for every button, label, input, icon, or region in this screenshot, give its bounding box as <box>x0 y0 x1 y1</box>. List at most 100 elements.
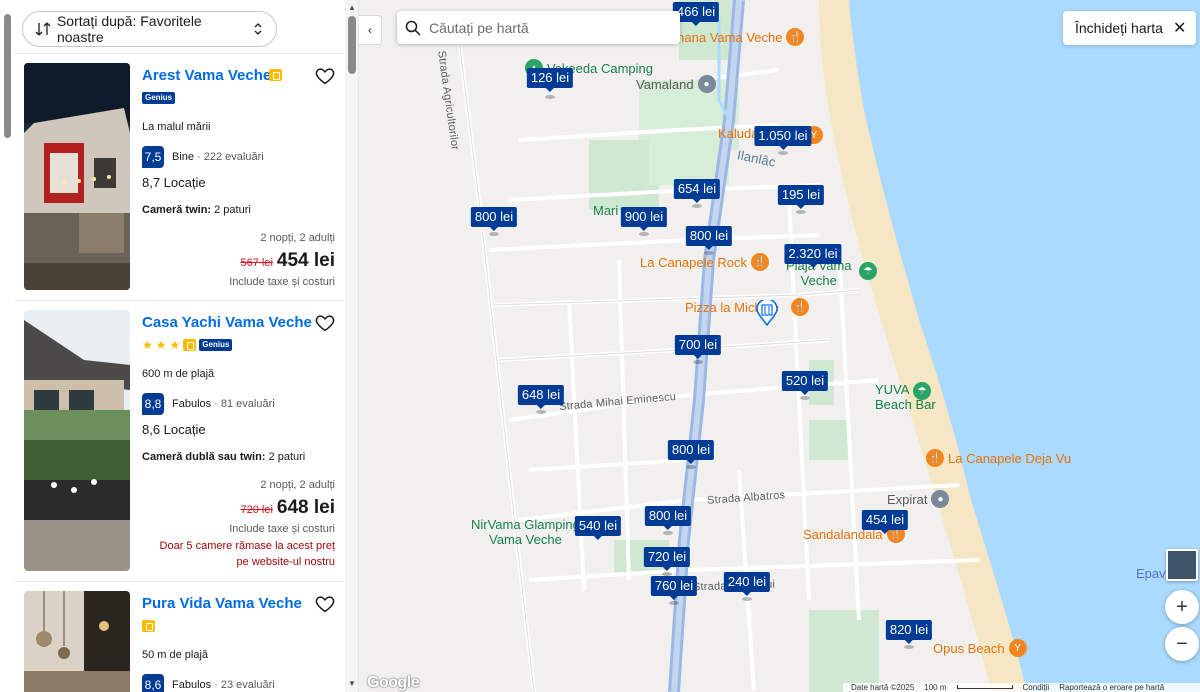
zoom-in-button[interactable]: + <box>1165 590 1199 624</box>
taxes-note: Include taxe și costuri <box>229 523 335 535</box>
review-count: · 81 evaluări <box>214 398 275 410</box>
property-photo[interactable] <box>24 310 130 571</box>
stay-info: 2 nopți, 2 adulți <box>260 479 335 491</box>
sort-button[interactable]: Sortați după: Favoritele noastre <box>22 11 277 47</box>
price-marker[interactable]: 800 lei <box>470 207 518 231</box>
poi-restaurant[interactable]: Kaluda <box>718 126 758 141</box>
review-count: · 222 evaluări <box>197 151 264 163</box>
review-score-row: 7,5 Bine · 222 evaluări <box>142 146 264 168</box>
marker-shadow <box>686 465 696 469</box>
satellite-layer-toggle[interactable] <box>1166 549 1198 581</box>
poi-label: Epav <box>1136 566 1166 581</box>
price-marker[interactable]: 800 lei <box>685 226 733 250</box>
price-marker[interactable]: 195 lei <box>777 185 825 209</box>
heart-icon[interactable] <box>314 312 336 334</box>
preferred-icon <box>269 69 282 81</box>
list-scrollbar-thumb[interactable] <box>348 16 356 74</box>
price-marker[interactable]: 760 lei <box>650 576 698 600</box>
terms-link[interactable]: Condiții <box>1023 683 1050 692</box>
price-marker[interactable]: 540 lei <box>574 516 622 540</box>
scarcity-line: Doar 5 camere rămase la acest preț <box>159 540 335 552</box>
cocktail-icon: Y <box>1008 639 1027 657</box>
poi-label: YUVA <box>875 382 910 397</box>
poi-restaurant[interactable]: La Canapele Rock 🍴 <box>640 253 769 271</box>
map-search-input[interactable] <box>429 19 659 36</box>
property-card[interactable]: Arest Vama Veche Genius La malul mării 7… <box>14 63 344 293</box>
report-error-link[interactable]: Raportează o eroare pe hartă <box>1059 683 1164 692</box>
price-marker[interactable]: 800 lei <box>667 440 715 464</box>
fork-knife-icon: 🍴 <box>786 28 805 46</box>
review-count: · 23 evaluări <box>214 679 275 691</box>
price-marker[interactable]: 520 lei <box>781 371 829 395</box>
marker-shadow <box>904 645 914 649</box>
poi-restaurant[interactable]: 🍴 La Canapele Deja Vu <box>926 449 1071 467</box>
price-marker[interactable]: 240 lei <box>723 572 771 596</box>
property-photo[interactable] <box>24 591 130 692</box>
poi-place[interactable]: Mari <box>593 203 618 218</box>
heart-icon[interactable] <box>314 65 336 87</box>
close-icon: ✕ <box>1172 20 1187 37</box>
price-marker[interactable]: 820 lei <box>885 620 933 644</box>
property-title[interactable]: Pura Vida Vama Veche <box>142 595 302 612</box>
old-price: 567 lei <box>240 257 273 269</box>
scale-label[interactable]: 100 m <box>924 683 946 692</box>
close-map-button[interactable]: Închideți harta ✕ <box>1063 11 1196 45</box>
heart-icon[interactable] <box>314 593 336 615</box>
price-marker[interactable]: 900 lei <box>620 207 668 231</box>
review-word: Fabulos <box>172 679 212 691</box>
outer-scrollbar-thumb[interactable] <box>4 14 11 138</box>
property-location: 50 m de plajă <box>142 649 209 661</box>
photo-arest-image <box>24 63 130 290</box>
preferred-icon <box>142 620 155 632</box>
property-card[interactable]: Casa Yachi Vama Veche ★ ★ ★ Genius 600 m… <box>14 310 344 572</box>
map-search-box[interactable] <box>397 11 680 44</box>
map-data-credit[interactable]: Date hartă ©2025 <box>851 683 914 692</box>
outer-scrollbar[interactable] <box>2 0 13 692</box>
poi-label: Kaluda <box>718 126 759 141</box>
price-marker[interactable]: 2.320 lei <box>784 244 842 268</box>
price-marker[interactable]: 1.050 lei <box>754 126 812 150</box>
poi-beach[interactable]: ☂ <box>859 262 877 280</box>
property-card[interactable]: Pura Vida Vama Veche 50 m de plajă 8,6 F… <box>14 591 344 692</box>
price-marker[interactable]: 720 lei <box>643 547 691 571</box>
price-marker[interactable]: 648 lei <box>517 385 565 409</box>
poi-restaurant[interactable]: 🍴 <box>791 298 809 316</box>
property-photo[interactable] <box>24 63 130 290</box>
google-logo: Google <box>367 674 420 691</box>
scroll-down-icon[interactable]: ▼ <box>348 680 356 688</box>
poi-place[interactable]: Vamaland ● <box>636 75 716 93</box>
divider <box>14 581 344 582</box>
property-location: 600 m de plajă <box>142 368 215 380</box>
sort-arrows-icon <box>35 22 51 36</box>
price-marker[interactable]: 700 lei <box>674 335 722 359</box>
preferred-icon <box>183 339 197 351</box>
poi-bar[interactable]: Opus Beach Y <box>933 639 1027 657</box>
divider <box>14 53 344 54</box>
marker-shadow <box>545 95 555 99</box>
property-title[interactable]: Casa Yachi Vama Veche <box>142 314 312 331</box>
poi-glamping[interactable]: NirVama Glamping Vama Veche <box>471 517 580 547</box>
marker-shadow <box>536 410 546 414</box>
map-view[interactable]: Strada Agricultorilor Ilanlâc Strada Mih… <box>359 0 1200 692</box>
current-price: 648 lei <box>276 497 335 518</box>
poi-label: Vamaland <box>636 76 694 92</box>
selected-property-pin-icon[interactable] <box>756 300 778 326</box>
price-marker[interactable]: 800 lei <box>644 506 692 530</box>
poi-wreck[interactable]: Epav <box>1136 566 1166 581</box>
price-marker[interactable]: 126 lei <box>526 68 574 92</box>
poi-label: La Canapele Deja Vu <box>948 450 1072 466</box>
property-title[interactable]: Arest Vama Veche <box>142 67 271 84</box>
scroll-up-icon[interactable]: ▲ <box>348 4 356 12</box>
list-scrollbar[interactable]: ▲ ▼ <box>345 0 358 692</box>
marker-shadow <box>692 204 702 208</box>
zoom-out-button[interactable]: − <box>1165 627 1199 661</box>
price-marker[interactable]: 454 lei <box>861 510 909 534</box>
marker-shadow <box>663 531 673 535</box>
map-base <box>359 0 1200 692</box>
collapse-panel-button[interactable]: ‹ <box>359 15 382 45</box>
map-attribution: Date hartă ©2025 100 m Condiții Raportea… <box>843 683 1200 692</box>
poi-place[interactable]: Expirat ● <box>887 490 950 508</box>
chevron-left-icon: ‹ <box>368 23 372 37</box>
price-marker[interactable]: 654 lei <box>673 179 721 203</box>
poi-bar[interactable]: ☂ <box>913 382 931 400</box>
